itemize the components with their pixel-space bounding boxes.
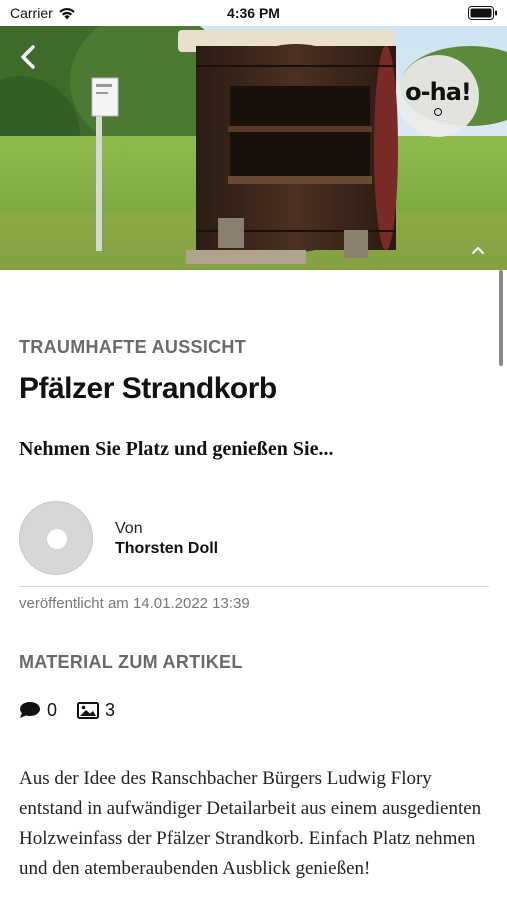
back-button[interactable] — [14, 42, 44, 72]
images-button[interactable]: 3 — [77, 700, 115, 721]
hero-image: o-ha! — [0, 26, 507, 270]
status-bar: Carrier 4:36 PM — [0, 0, 507, 26]
comment-icon — [20, 702, 40, 718]
scrollbar[interactable] — [499, 270, 503, 366]
material-heading: MATERIAL ZUM ARTIKEL — [19, 652, 243, 672]
logo-dot — [434, 108, 442, 116]
battery-icon — [468, 6, 497, 20]
images-count: 3 — [105, 699, 116, 720]
status-time: 4:36 PM — [227, 5, 280, 21]
logo-text: o-ha! — [405, 78, 472, 106]
image-icon — [77, 701, 100, 719]
author-name[interactable]: Thorsten Doll — [115, 540, 218, 558]
article-teaser: Nehmen Sie Platz und genießen Sie... — [19, 438, 334, 460]
article-kicker: TRAUMHAFTE AUSSICHT — [19, 337, 247, 357]
comments-button[interactable]: 0 — [19, 700, 57, 721]
author-block[interactable]: Von Thorsten Doll — [19, 501, 489, 577]
article-body: Aus der Idee des Ranschbacher Bürgers Lu… — [19, 768, 482, 879]
author-prefix: Von — [115, 520, 143, 537]
divider — [19, 586, 489, 587]
chevron-up-icon[interactable] — [470, 244, 486, 256]
comments-count: 0 — [47, 699, 58, 720]
article-title: Pfälzer Strandkorb — [19, 372, 277, 405]
material-counts: 0 3 — [19, 699, 135, 721]
avatar — [19, 501, 93, 575]
published-date: veröffentlicht am 14.01.2022 13:39 — [19, 595, 250, 612]
brand-logo: o-ha! — [397, 55, 479, 137]
